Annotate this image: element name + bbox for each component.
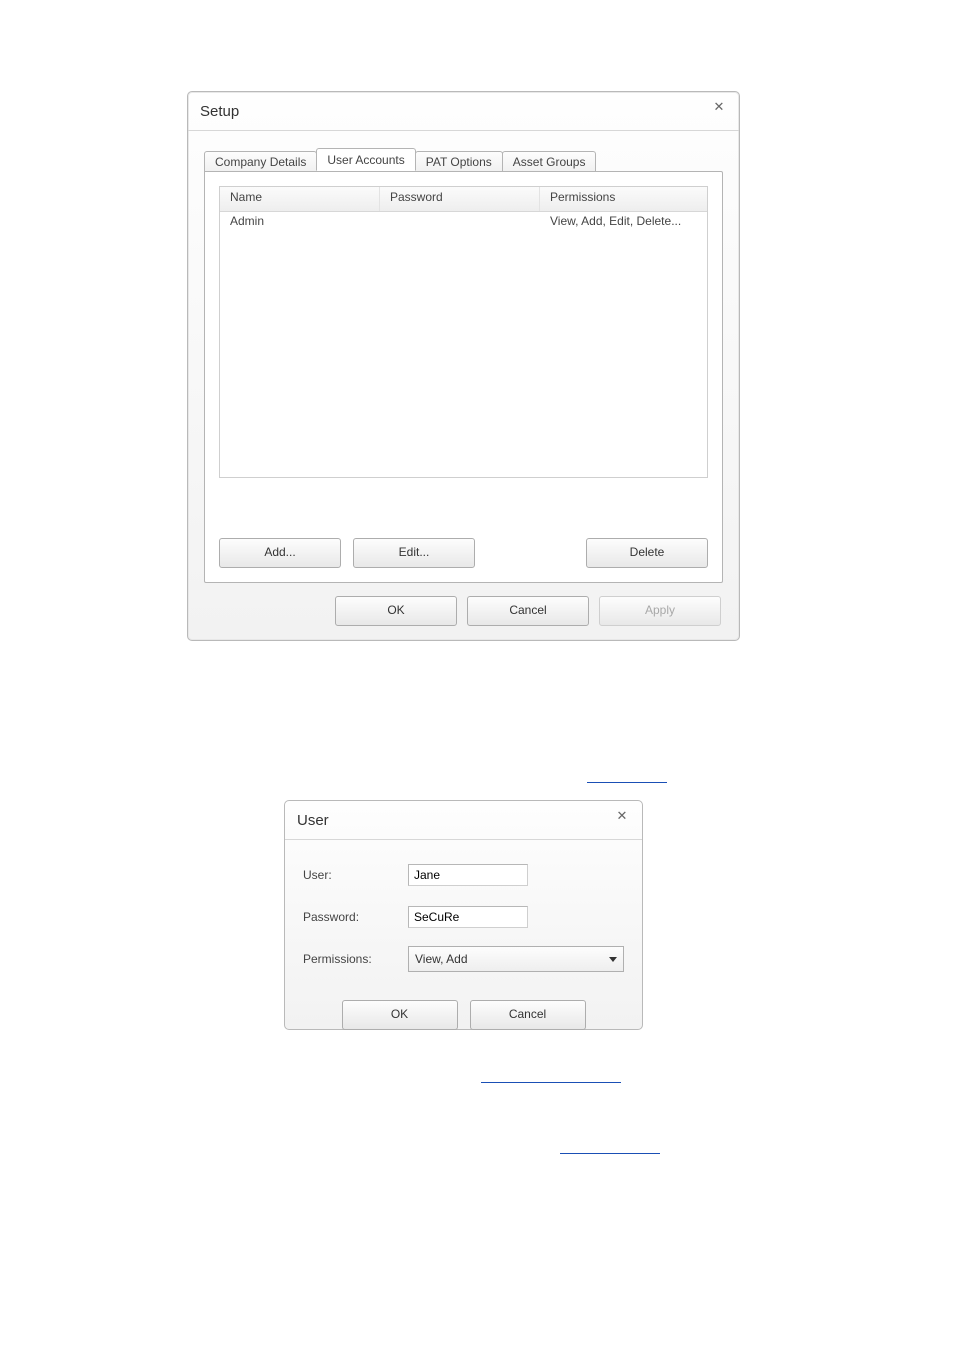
col-password[interactable]: Password: [380, 187, 540, 211]
setup-title: Setup: [200, 103, 239, 120]
password-field[interactable]: [408, 906, 528, 928]
tabstrip: Company Details User Accounts PAT Option…: [204, 145, 723, 171]
hint-line: [481, 1082, 621, 1083]
tab-asset-groups[interactable]: Asset Groups: [502, 151, 597, 172]
setup-titlebar: Setup ✕: [188, 92, 739, 131]
edit-button[interactable]: Edit...: [353, 538, 475, 568]
tab-pat-options[interactable]: PAT Options: [415, 151, 503, 172]
user-label: User:: [303, 868, 408, 882]
delete-button[interactable]: Delete: [586, 538, 708, 568]
cancel-button[interactable]: Cancel: [470, 1000, 586, 1030]
tab-company-details[interactable]: Company Details: [204, 151, 317, 172]
chevron-down-icon: [609, 957, 617, 962]
col-permissions[interactable]: Permissions: [540, 187, 707, 211]
ok-button[interactable]: OK: [342, 1000, 458, 1030]
add-button[interactable]: Add...: [219, 538, 341, 568]
table-row[interactable]: Admin View, Add, Edit, Delete...: [220, 212, 707, 234]
password-label: Password:: [303, 910, 408, 924]
tab-panel-user-accounts: Name Password Permissions Admin View, Ad…: [204, 171, 723, 583]
permissions-select[interactable]: View, Add: [408, 946, 624, 972]
user-titlebar: User ✕: [285, 801, 642, 840]
cell-user-permissions: View, Add, Edit, Delete...: [540, 212, 707, 234]
user-field[interactable]: [408, 864, 528, 886]
users-table: Name Password Permissions Admin View, Ad…: [219, 186, 708, 478]
close-icon[interactable]: ✕: [612, 807, 632, 825]
users-table-header: Name Password Permissions: [220, 187, 707, 212]
tab-user-accounts[interactable]: User Accounts: [316, 148, 415, 171]
user-dialog-title: User: [297, 812, 329, 829]
close-icon[interactable]: ✕: [709, 98, 729, 116]
col-name[interactable]: Name: [220, 187, 380, 211]
cell-user-name: Admin: [220, 212, 380, 234]
permissions-label: Permissions:: [303, 952, 408, 966]
cell-user-password: [380, 212, 540, 234]
hint-line: [560, 1153, 660, 1154]
ok-button[interactable]: OK: [335, 596, 457, 626]
apply-button: Apply: [599, 596, 721, 626]
user-dialog: User ✕ User: Password: Permissions: View…: [284, 800, 643, 1030]
hint-line: [587, 782, 667, 783]
permissions-value: View, Add: [415, 952, 468, 966]
cancel-button[interactable]: Cancel: [467, 596, 589, 626]
setup-dialog: Setup ✕ Company Details User Accounts PA…: [187, 91, 740, 641]
